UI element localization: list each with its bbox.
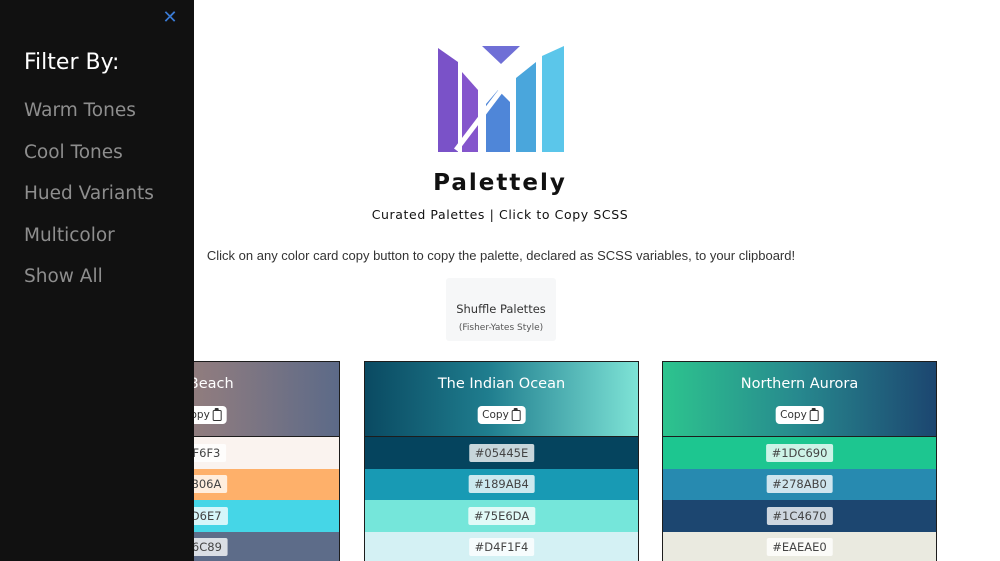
palette-card-header: Northern Aurora Copy: [663, 362, 936, 437]
hex-label: #75E6DA: [467, 506, 536, 525]
hex-label: #278AB0: [766, 475, 833, 494]
color-swatch: #189AB4: [365, 468, 638, 500]
copy-label: Copy: [482, 409, 509, 421]
clipboard-icon: [809, 407, 819, 421]
hex-label: #05445E: [468, 443, 535, 462]
palette-title: The Indian Ocean: [437, 376, 566, 392]
filter-item-warm-tones[interactable]: Warm Tones: [24, 100, 136, 121]
filter-item-cool-tones[interactable]: Cool Tones: [24, 142, 123, 163]
palette-title: Northern Aurora: [740, 376, 859, 392]
color-swatch: #05445E: [365, 437, 638, 469]
filter-title: Filter By:: [24, 50, 120, 75]
copy-button[interactable]: Copy: [477, 406, 526, 424]
palette-card: The Indian Ocean Copy #05445E #189AB4 #7…: [364, 361, 639, 561]
clipboard-icon: [212, 407, 222, 421]
hex-label: #1DC690: [765, 443, 834, 462]
shuffle-palettes-button[interactable]: Shuffle Palettes (Fisher-Yates Style): [446, 278, 556, 341]
filter-item-show-all[interactable]: Show All: [24, 266, 103, 287]
shuffle-sublabel: (Fisher-Yates Style): [458, 322, 544, 333]
clipboard-icon: [511, 407, 521, 421]
hex-label: #EAEAE0: [766, 538, 833, 557]
copy-label: Copy: [780, 409, 807, 421]
palette-card: Northern Aurora Copy #1DC690 #278AB0 #1C…: [662, 361, 937, 561]
close-icon[interactable]: ✕: [161, 9, 179, 27]
logo-center-bar: [486, 90, 510, 152]
palettely-logo-icon: [438, 46, 564, 152]
color-swatch: #278AB0: [663, 468, 936, 500]
hex-label: #189AB4: [468, 475, 535, 494]
logo-right-bar: [542, 46, 564, 152]
logo-right-inner-bar: [516, 62, 536, 152]
color-swatch: #D4F1F4: [365, 531, 638, 561]
hex-label: #D4F1F4: [468, 538, 535, 557]
color-swatch: #1DC690: [663, 437, 936, 469]
logo-top-triangle: [482, 46, 520, 64]
filter-item-multicolor[interactable]: Multicolor: [24, 225, 115, 246]
filter-item-hued-variants[interactable]: Hued Variants: [24, 183, 154, 204]
color-swatch: #75E6DA: [365, 500, 638, 532]
palette-card-header: The Indian Ocean Copy: [365, 362, 638, 437]
filter-sidebar: ✕ Filter By: Warm Tones Cool Tones Hued …: [0, 0, 194, 561]
hex-label: #1C4670: [766, 506, 833, 525]
color-swatch: #1C4670: [663, 500, 936, 532]
logo-left-bar: [438, 48, 458, 152]
shuffle-label: Shuffle Palettes: [456, 301, 546, 316]
copy-button[interactable]: Copy: [775, 406, 824, 424]
color-swatch: #EAEAE0: [663, 531, 936, 561]
